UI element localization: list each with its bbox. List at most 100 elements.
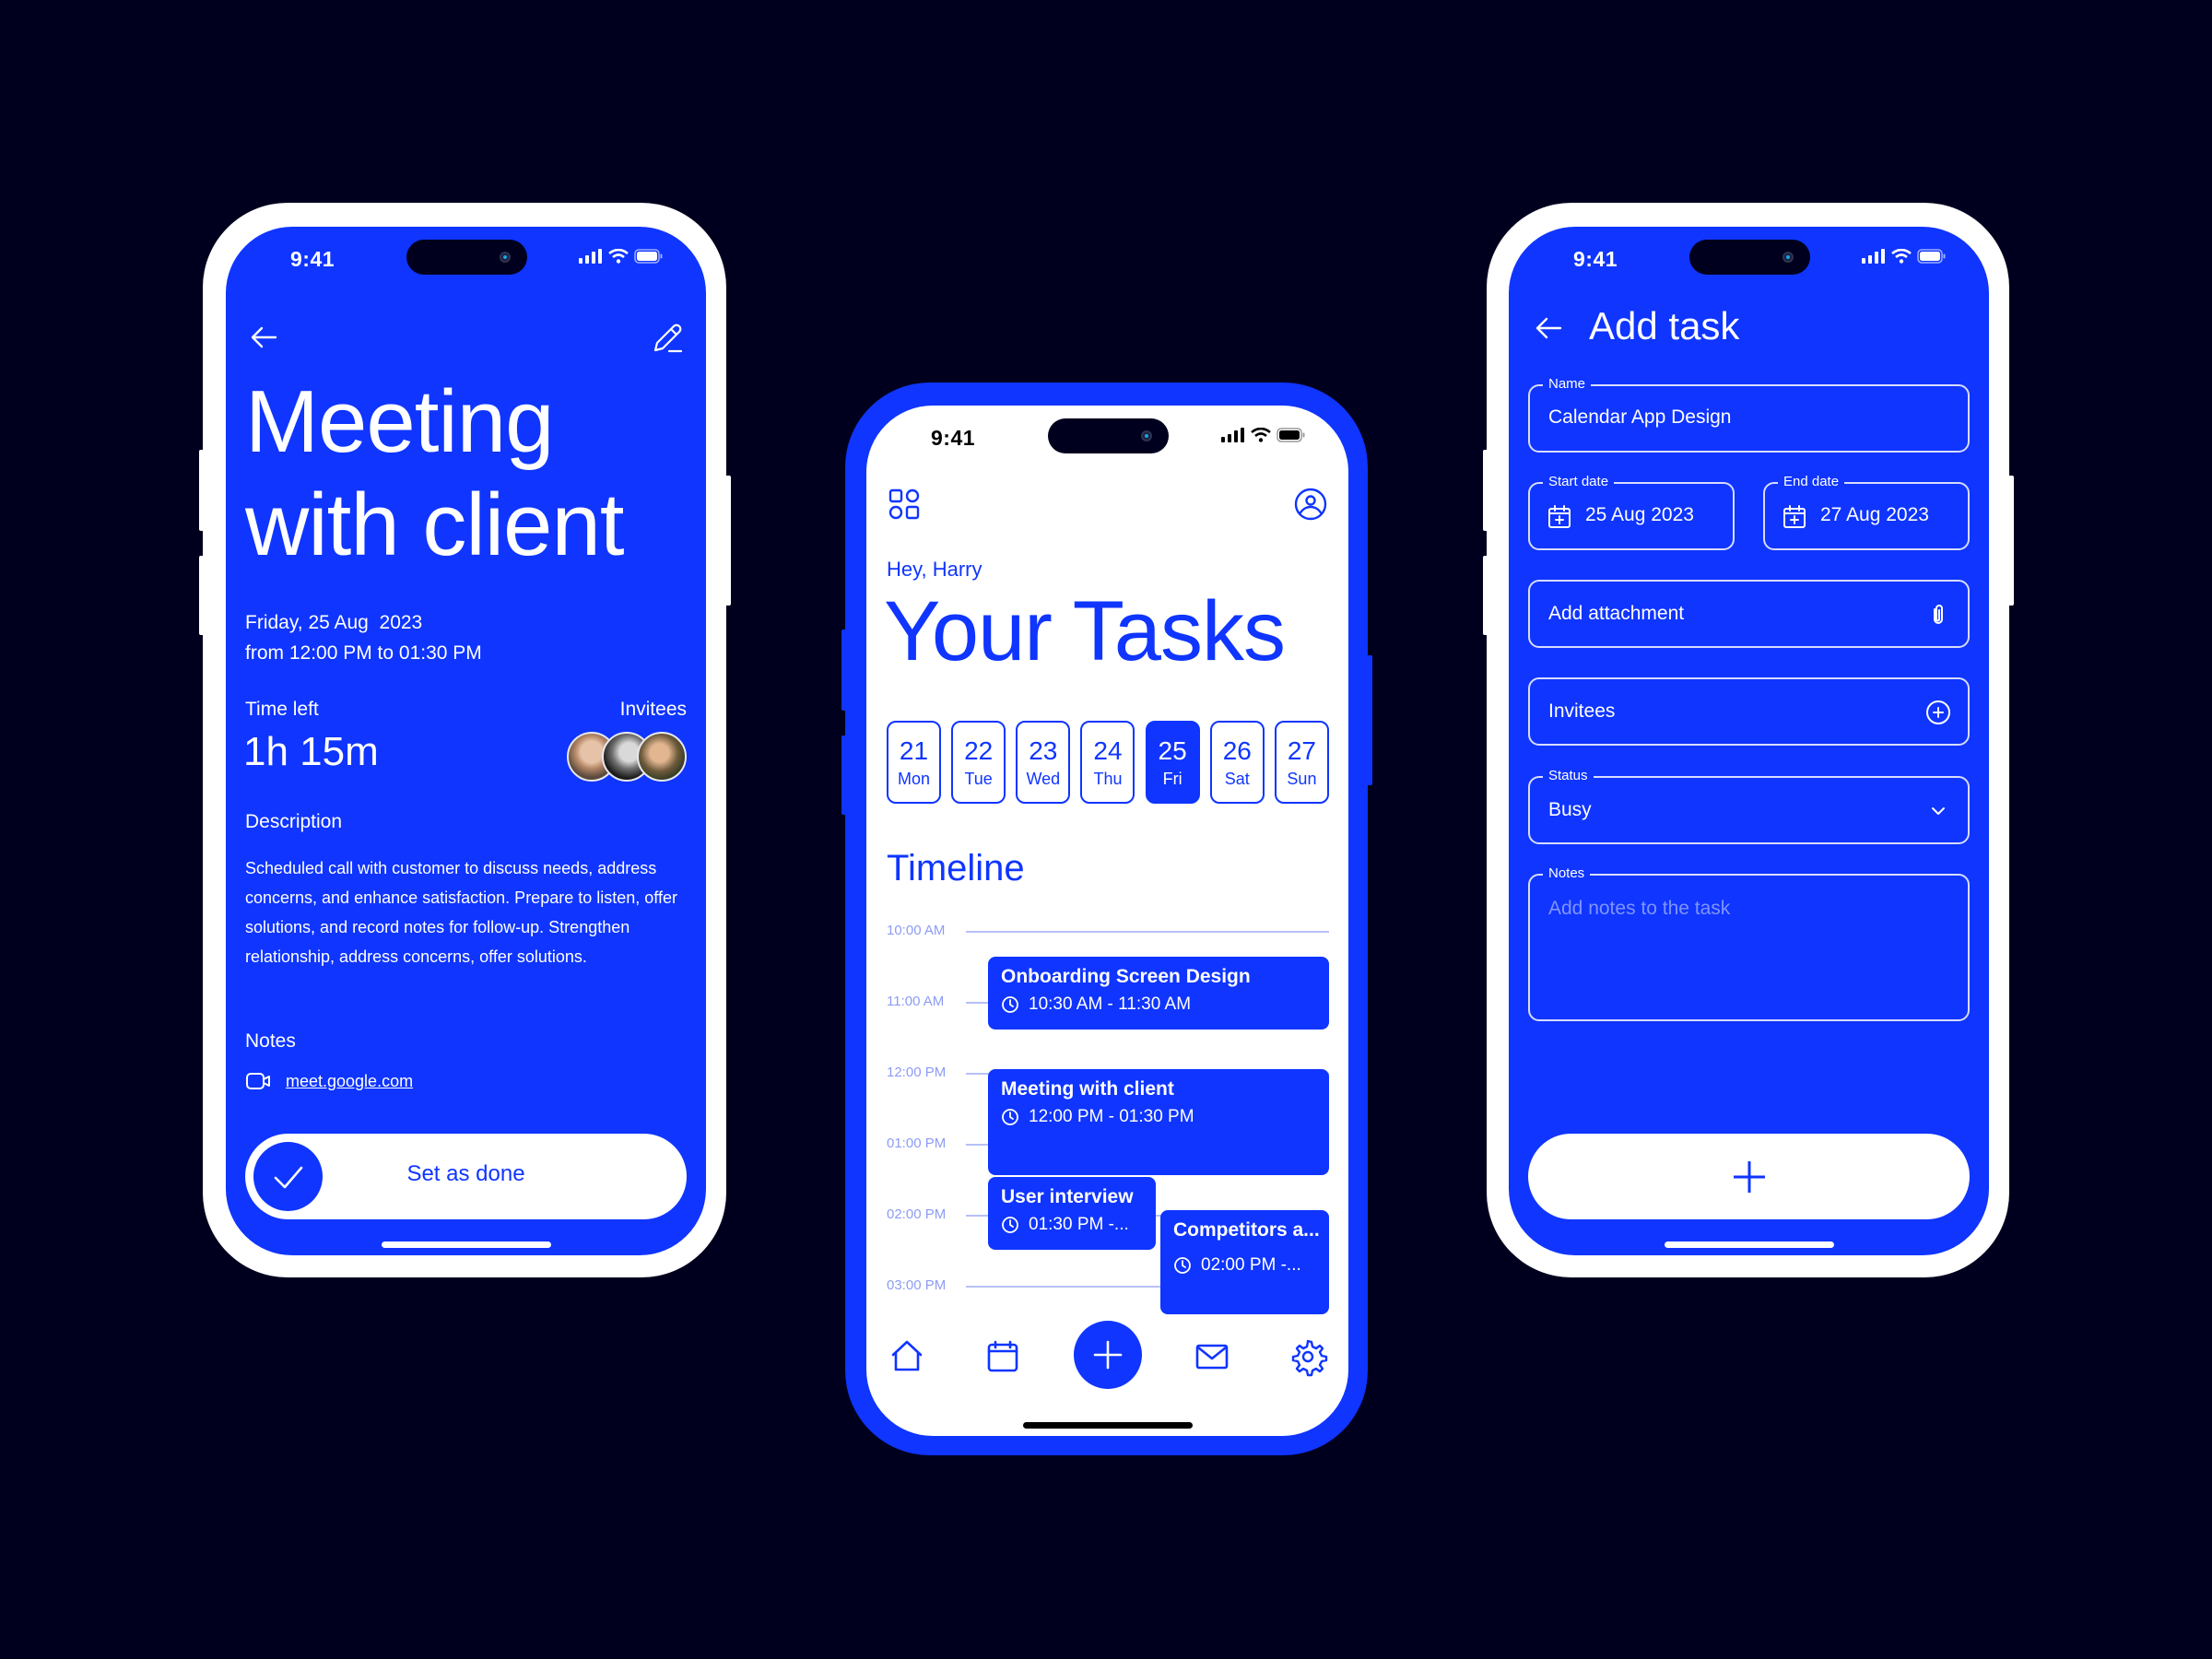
wifi-icon (1891, 249, 1912, 264)
back-button[interactable] (244, 317, 285, 358)
phone-your-tasks: 9:41 Hey, Harry Your Tasks 21 Mon 22 Tue 23 W… (841, 382, 1372, 1455)
calendar-plus-icon (1547, 504, 1572, 530)
description-text: Scheduled call with customer to discuss … (245, 859, 677, 966)
week-day-selector: 21 Mon 22 Tue 23 Wed 24 Thu 25 Fri 26 Sat 27 Sun (887, 721, 1329, 804)
back-button[interactable] (1529, 308, 1570, 348)
day-number: 27 (1287, 736, 1317, 765)
home-indicator (1664, 1241, 1834, 1248)
battery-icon (1277, 428, 1305, 442)
time-left-label: Time left (245, 699, 319, 720)
grid-icon (888, 488, 920, 520)
day-number: 21 (899, 736, 929, 765)
camera-icon (499, 252, 511, 263)
day-sat[interactable]: 26 Sat (1209, 721, 1265, 804)
pencil-icon (653, 324, 683, 353)
event-time: 12:00 PM - 01:30 PM (1029, 1107, 1194, 1126)
day-weekday: Thu (1093, 770, 1123, 788)
status-icons (1221, 426, 1306, 444)
day-mon[interactable]: 21 Mon (887, 721, 941, 804)
meeting-link[interactable]: meet.google.com (286, 1072, 413, 1091)
avatar[interactable] (637, 732, 687, 782)
day-weekday: Sat (1224, 770, 1250, 788)
time-left-value: 1h 15m (243, 729, 379, 774)
day-number: 26 (1222, 736, 1252, 765)
day-number: 23 (1029, 736, 1058, 765)
top-bar (226, 310, 706, 365)
hour-label: 02:00 PM (887, 1206, 947, 1222)
set-as-done-button[interactable]: Set as done (245, 1134, 687, 1219)
start-date-label: Start date (1543, 473, 1615, 491)
nav-calendar[interactable] (982, 1336, 1023, 1377)
event-card[interactable]: Onboarding Screen Design 10:30 AM - 11:30… (988, 957, 1329, 1030)
day-fri[interactable]: 25 Fri (1145, 721, 1200, 804)
hour-label: 12:00 PM (887, 1065, 947, 1080)
add-task-fab[interactable] (1073, 1321, 1142, 1389)
end-date-field[interactable]: End date 27 Aug 2023 (1763, 473, 1970, 550)
event-title: Competitors a... (1173, 1219, 1320, 1241)
nav-settings[interactable] (1288, 1336, 1328, 1377)
profile-button[interactable] (1293, 487, 1328, 522)
event-time: 10:30 AM - 11:30 AM (1029, 994, 1192, 1014)
notes-label: Notes (1543, 865, 1591, 883)
plus-icon (1093, 1340, 1122, 1370)
status-time: 9:41 (1573, 247, 1618, 271)
event-card[interactable]: Meeting with client 12:00 PM - 01:30 PM (988, 1069, 1329, 1175)
wifi-icon (608, 249, 629, 264)
status-label: Status (1543, 767, 1594, 785)
add-attachment-field[interactable]: Add attachment (1528, 580, 1970, 648)
event-title: User interview (1001, 1186, 1134, 1207)
notes-placeholder: Add notes to the task (1548, 898, 1731, 919)
task-datetime: Friday, 25 Aug 2023 from 12:00 PM to 01:… (245, 607, 482, 668)
video-camera-icon (246, 1073, 270, 1089)
your-tasks-screen: 9:41 Hey, Harry Your Tasks 21 Mon 22 Tue 23 W… (866, 406, 1348, 1436)
event-time-row: 12:00 PM - 01:30 PM (1001, 1104, 1316, 1130)
event-card[interactable]: User interview 01:30 PM -... (988, 1177, 1156, 1250)
event-title: Meeting with client (1001, 1078, 1174, 1100)
event-time-row: 02:00 PM -... (1173, 1253, 1316, 1278)
home-icon (891, 1340, 923, 1371)
paperclip-icon[interactable] (1925, 602, 1951, 628)
timeline: 10:00 AM 11:00 AM 12:00 PM 01:00 PM 02:00 PM… (887, 922, 1329, 1314)
day-number: 24 (1093, 736, 1123, 765)
event-card[interactable]: Competitors a... 02:00 PM -... (1160, 1210, 1329, 1314)
day-wed[interactable]: 23 Wed (1016, 721, 1071, 804)
invitee-avatars[interactable] (567, 732, 687, 782)
day-thu[interactable]: 24 Thu (1080, 721, 1135, 804)
event-time: 02:00 PM -... (1201, 1255, 1301, 1275)
day-sun[interactable]: 27 Sun (1274, 721, 1329, 804)
event-title: Onboarding Screen Design (1001, 966, 1251, 987)
clock-icon (1002, 996, 1018, 1013)
nav-mail[interactable] (1192, 1336, 1232, 1377)
invitees-field[interactable]: Invitees (1528, 677, 1970, 746)
header: Add task (1509, 299, 1989, 354)
notes-textarea[interactable]: Notes Add notes to the task (1528, 865, 1970, 1021)
battery-icon (1917, 249, 1946, 264)
day-weekday: Fri (1162, 770, 1182, 788)
add-task-screen: 9:41 Add task Name Calendar App Design S… (1509, 227, 1989, 1255)
signal-icon (579, 249, 602, 264)
plus-icon (1733, 1160, 1765, 1193)
plus-circle-icon[interactable] (1925, 700, 1951, 725)
name-field[interactable]: Name Calendar App Design (1528, 375, 1970, 453)
status-select[interactable]: Status Busy (1528, 767, 1970, 844)
calendar-icon (987, 1340, 1018, 1372)
edit-button[interactable] (647, 317, 688, 358)
status-time: 9:41 (290, 247, 335, 271)
day-weekday: Wed (1026, 770, 1061, 788)
description-label: Description (245, 811, 343, 832)
hour-label: 10:00 AM (887, 923, 946, 938)
submit-add-task-button[interactable] (1528, 1134, 1970, 1219)
timeline-title: Timeline (887, 848, 1025, 888)
nav-home[interactable] (887, 1336, 927, 1377)
name-field-label: Name (1543, 375, 1592, 394)
menu-button[interactable] (887, 487, 922, 522)
add-attachment-label: Add attachment (1548, 603, 1685, 624)
mail-icon (1195, 1344, 1229, 1370)
day-tue[interactable]: 22 Tue (951, 721, 1006, 804)
day-number: 22 (964, 736, 994, 765)
start-date-field[interactable]: Start date 25 Aug 2023 (1528, 473, 1735, 550)
name-field-value: Calendar App Design (1548, 406, 1732, 428)
task-time-range: from 12:00 PM to 01:30 PM (245, 642, 482, 664)
home-indicator (381, 1241, 551, 1248)
phone-task-detail: 9:41 Meeting with client Friday, 25 Aug … (199, 203, 731, 1277)
